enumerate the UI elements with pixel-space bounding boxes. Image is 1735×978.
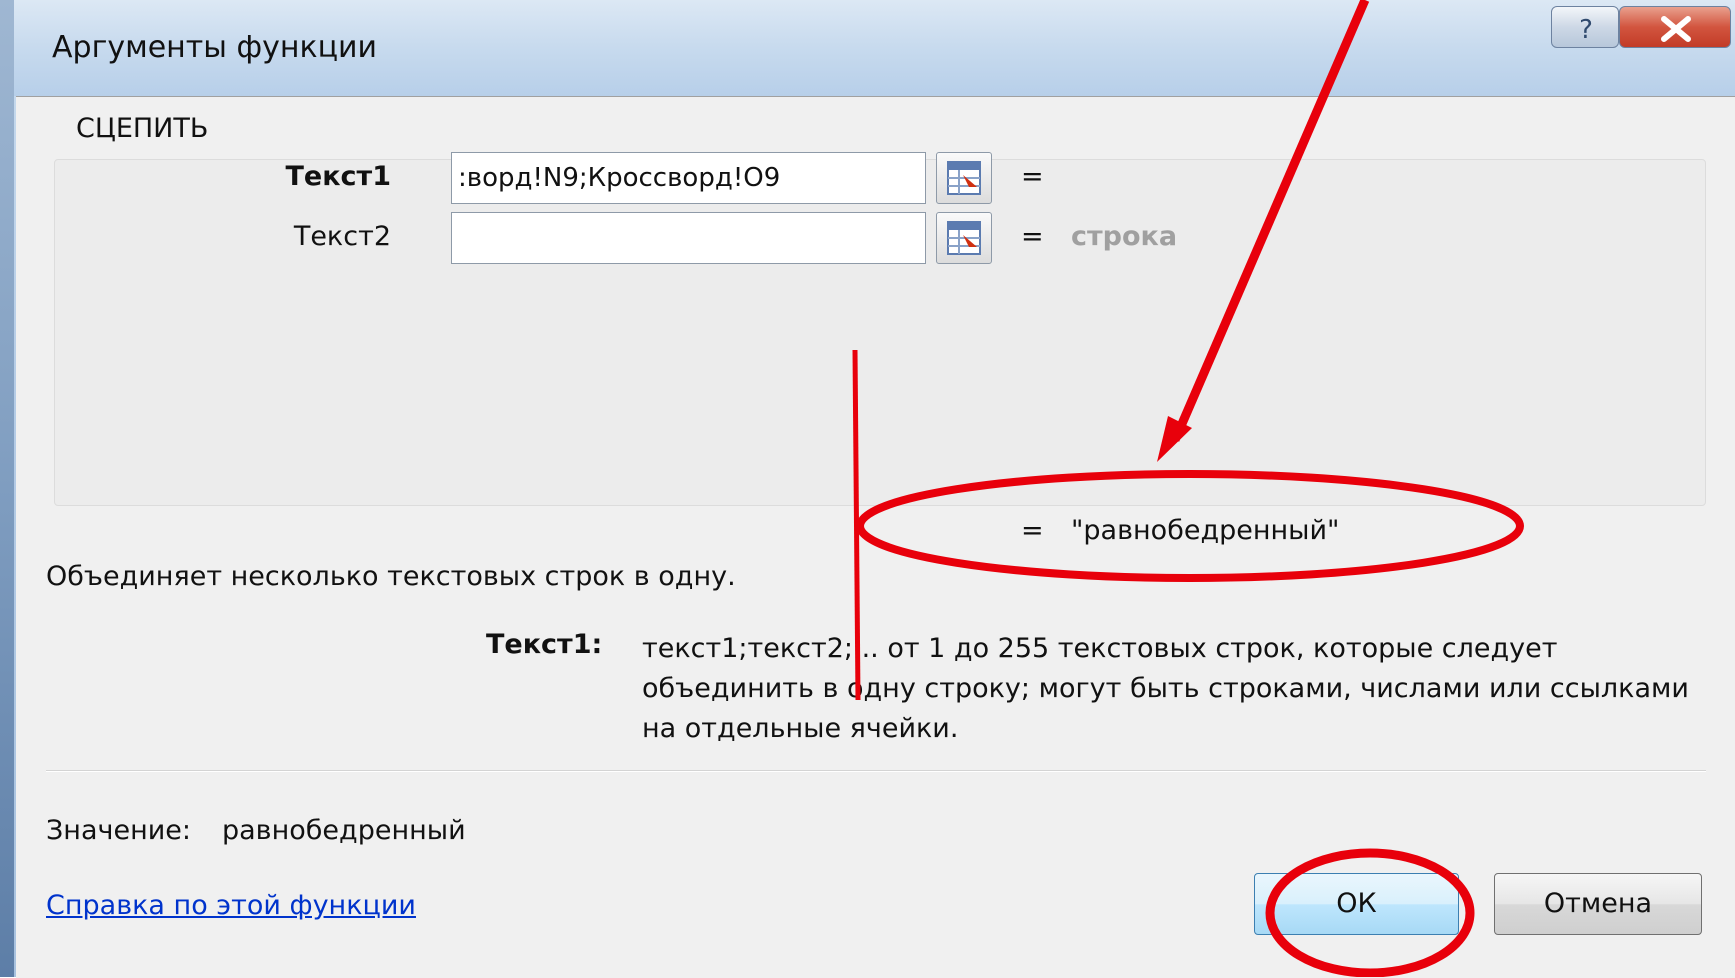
annotation-result-ellipse [856,470,1524,582]
annotation-arrow-line [1170,0,1370,442]
annotation-vertical-line [852,349,861,701]
annotation-ok-ellipse [1265,848,1475,977]
annotation-overlay [852,0,1524,977]
